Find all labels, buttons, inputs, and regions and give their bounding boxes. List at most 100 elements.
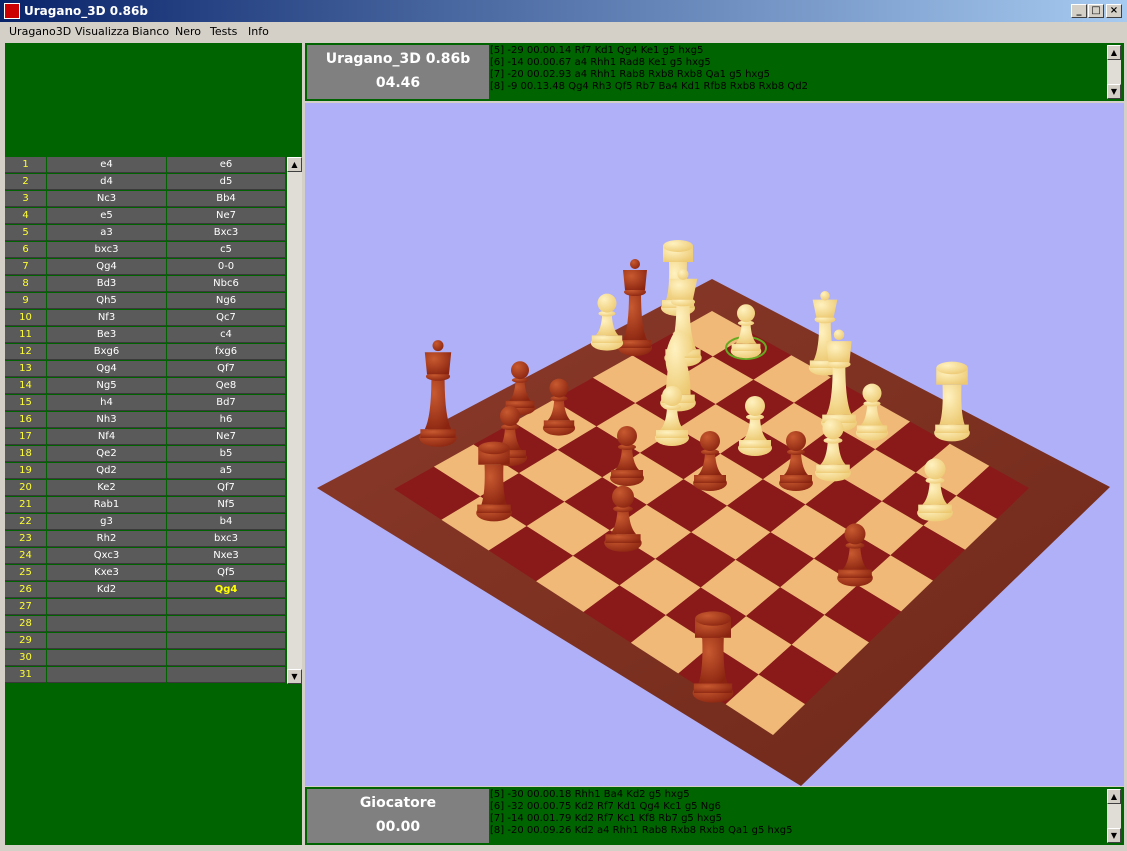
black-move-cell[interactable]: Bxc3 [167,225,285,241]
white-move-cell[interactable] [47,667,166,683]
black-move-cell[interactable]: Ne7 [167,208,285,224]
scroll-up-button[interactable]: ▲ [1107,45,1121,60]
white-move-cell[interactable]: Kd2 [47,582,166,598]
white-move-cell[interactable]: Nh3 [47,412,166,428]
white-move-cell[interactable] [47,650,166,666]
menu-visualizza[interactable]: Visualizza [75,25,129,38]
black-move-cell[interactable]: Nbc6 [167,276,285,292]
white-move-cell[interactable]: Nc3 [47,191,166,207]
player-pv-scrollbar[interactable]: ▲ ▼ [1107,789,1121,843]
move-number: 21 [5,497,46,513]
minimize-button[interactable]: _ [1071,4,1087,18]
white-move-cell[interactable]: Qg4 [47,259,166,275]
menu-bianco[interactable]: Bianco [132,25,169,38]
black-move-cell[interactable]: bxc3 [167,531,285,547]
move-row: 27 [5,599,285,616]
move-row: 19 Qd2 a5 [5,463,285,480]
white-move-cell[interactable]: Qd2 [47,463,166,479]
white-pawn-piece[interactable] [590,293,624,351]
white-move-cell[interactable]: Qe2 [47,446,166,462]
white-move-cell[interactable]: Ke2 [47,480,166,496]
black-move-cell[interactable]: Qf7 [167,361,285,377]
black-move-cell[interactable]: fxg6 [167,344,285,360]
white-move-cell[interactable] [47,599,166,615]
move-number: 2 [5,174,46,190]
black-move-cell[interactable] [167,650,285,666]
black-move-cell[interactable]: b5 [167,446,285,462]
engine-pv-scrollbar[interactable]: ▲ ▼ [1107,45,1121,99]
white-move-cell[interactable]: e4 [47,157,166,173]
black-move-cell[interactable]: b4 [167,514,285,530]
white-move-cell[interactable]: Qh5 [47,293,166,309]
white-move-cell[interactable]: g3 [47,514,166,530]
white-move-cell[interactable]: Bd3 [47,276,166,292]
black-move-cell[interactable]: Qf7 [167,480,285,496]
white-move-cell[interactable] [47,633,166,649]
white-move-cell[interactable]: Bxg6 [47,344,166,360]
white-move-cell[interactable]: Qxc3 [47,548,166,564]
close-button[interactable]: × [1106,4,1122,18]
black-move-cell[interactable] [167,599,285,615]
white-move-cell[interactable]: Nf4 [47,429,166,445]
move-row: 12 Bxg6 fxg6 [5,344,285,361]
white-move-cell[interactable]: Be3 [47,327,166,343]
scroll-up-button[interactable]: ▲ [1107,789,1121,804]
black-move-cell[interactable]: Qf5 [167,565,285,581]
white-move-cell[interactable]: h4 [47,395,166,411]
white-move-cell[interactable]: a3 [47,225,166,241]
move-number: 25 [5,565,46,581]
white-move-cell[interactable]: Qg4 [47,361,166,377]
window-title: Uragano_3D 0.86b [24,4,148,18]
black-move-cell[interactable]: c4 [167,327,285,343]
maximize-button[interactable]: □ [1088,4,1104,18]
scroll-up-button[interactable]: ▲ [287,157,302,172]
chessboard-3d[interactable] [305,103,1124,786]
menu-tests[interactable]: Tests [210,25,237,38]
white-move-cell[interactable]: bxc3 [47,242,166,258]
black-king-piece[interactable] [419,340,457,447]
scroll-down-button[interactable]: ▼ [287,669,302,684]
black-move-cell[interactable] [167,616,285,632]
white-move-cell[interactable]: d4 [47,174,166,190]
scroll-down-button[interactable]: ▼ [1107,84,1121,99]
black-move-cell[interactable]: h6 [167,412,285,428]
black-king-piece[interactable] [618,259,652,356]
black-move-cell[interactable]: Ne7 [167,429,285,445]
scroll-down-button[interactable]: ▼ [1107,828,1121,843]
black-move-cell[interactable]: Nxe3 [167,548,285,564]
move-row: 5 a3 Bxc3 [5,225,285,242]
move-row: 22 g3 b4 [5,514,285,531]
black-move-cell[interactable]: Bb4 [167,191,285,207]
white-move-cell[interactable]: Ng5 [47,378,166,394]
move-row: 24 Qxc3 Nxe3 [5,548,285,565]
black-move-cell[interactable]: Qe8 [167,378,285,394]
menu-uragano3d[interactable]: Uragano3D [9,25,71,38]
white-move-cell[interactable]: Kxe3 [47,565,166,581]
move-number: 28 [5,616,46,632]
black-move-cell[interactable] [167,633,285,649]
black-move-cell[interactable]: Bd7 [167,395,285,411]
black-move-cell[interactable]: 0-0 [167,259,285,275]
black-move-cell[interactable]: Ng6 [167,293,285,309]
move-list-scrollbar[interactable]: ▲ ▼ [287,157,302,684]
black-move-cell[interactable]: Nf5 [167,497,285,513]
black-move-cell[interactable]: a5 [167,463,285,479]
white-move-cell[interactable] [47,616,166,632]
white-move-cell[interactable]: e5 [47,208,166,224]
move-row: 23 Rh2 bxc3 [5,531,285,548]
move-number: 3 [5,191,46,207]
black-move-cell[interactable]: Qg4 [167,582,285,598]
board-3d-view[interactable] [305,103,1124,786]
black-move-cell[interactable]: Qc7 [167,310,285,326]
menu-info[interactable]: Info [248,25,269,38]
move-row: 16 Nh3 h6 [5,412,285,429]
menu-nero[interactable]: Nero [175,25,201,38]
black-move-cell[interactable]: c5 [167,242,285,258]
black-move-cell[interactable]: d5 [167,174,285,190]
black-move-cell[interactable]: e6 [167,157,285,173]
app-icon[interactable] [4,3,20,19]
white-move-cell[interactable]: Rab1 [47,497,166,513]
white-move-cell[interactable]: Rh2 [47,531,166,547]
black-move-cell[interactable] [167,667,285,683]
white-move-cell[interactable]: Nf3 [47,310,166,326]
